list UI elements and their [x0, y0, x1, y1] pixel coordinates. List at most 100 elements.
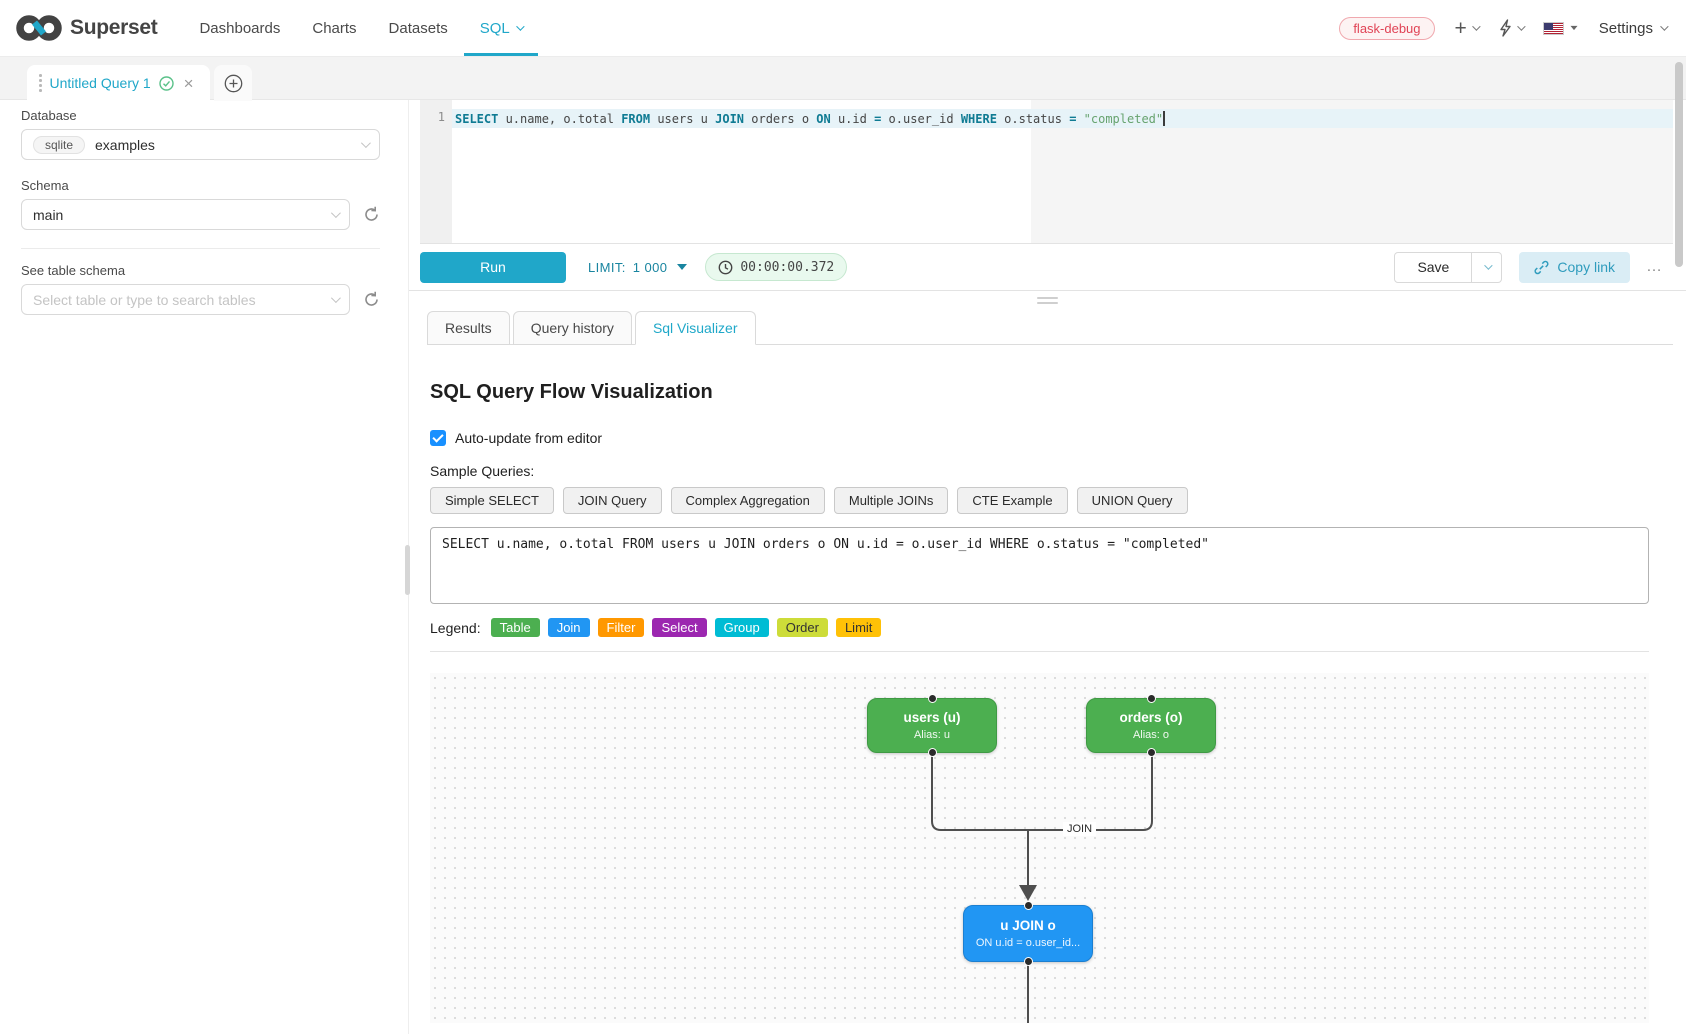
sample-complex-aggregation-button[interactable]: Complex Aggregation: [671, 487, 825, 514]
sample-queries-label: Sample Queries:: [430, 463, 1649, 479]
elapsed-time: 00:00:00.372: [740, 260, 834, 275]
join-edge-label: JOIN: [1063, 822, 1096, 836]
lightning-icon: [1498, 19, 1512, 37]
superset-logo[interactable]: Superset: [0, 0, 157, 56]
chevron-down-icon: [1660, 22, 1668, 30]
table-search-select[interactable]: Select table or type to search tables: [21, 284, 350, 315]
query-text-input[interactable]: SELECT u.name, o.total FROM users u JOIN…: [430, 527, 1649, 604]
flow-canvas[interactable]: users (u) Alias: u orders (o) Alias: o u…: [430, 673, 1649, 1023]
more-actions-button[interactable]: …: [1646, 258, 1663, 276]
auto-update-label: Auto-update from editor: [455, 430, 602, 446]
new-item-menu[interactable]: +: [1455, 18, 1478, 39]
flow-edges: [430, 673, 1649, 1023]
sql-editor[interactable]: 1 SELECT u.name, o.total FROM users u JO…: [420, 100, 1673, 244]
nav-links: Dashboards Charts Datasets SQL: [183, 0, 537, 56]
database-select[interactable]: sqlite examples: [21, 129, 380, 160]
tab-results[interactable]: Results: [427, 311, 510, 345]
save-options-button[interactable]: [1472, 252, 1502, 283]
us-flag-icon: [1543, 22, 1564, 35]
caret-down-icon: [1570, 26, 1577, 30]
schema-label: Schema: [21, 178, 380, 193]
environment-badge: flask-debug: [1339, 17, 1434, 40]
limit-dropdown[interactable]: LIMIT: 1 000: [588, 260, 687, 275]
save-button-group: Save: [1394, 252, 1502, 283]
link-icon: [1534, 260, 1549, 275]
sidebar-divider: [21, 248, 380, 249]
sample-join-query-button[interactable]: JOIN Query: [563, 487, 662, 514]
chevron-down-icon: [331, 208, 341, 218]
page-title: SQL Query Flow Visualization: [430, 381, 1649, 404]
legend-badge-table: Table: [491, 618, 540, 637]
top-navbar: Superset Dashboards Charts Datasets SQL …: [0, 0, 1686, 57]
sql-lab-shortcut-menu[interactable]: [1498, 19, 1523, 37]
legend-badge-select: Select: [652, 618, 706, 637]
database-value: examples: [95, 137, 155, 153]
database-engine-tag: sqlite: [33, 136, 85, 154]
caret-down-icon: [677, 264, 687, 270]
sample-cte-example-button[interactable]: CTE Example: [957, 487, 1067, 514]
chevron-down-icon: [1484, 261, 1492, 269]
text-cursor: [1163, 111, 1165, 126]
refresh-schema-icon[interactable]: [363, 206, 380, 223]
plus-icon: +: [1455, 18, 1467, 39]
nav-item-datasets[interactable]: Datasets: [373, 0, 464, 56]
query-tab-active[interactable]: Untitled Query 1 ×: [27, 65, 210, 101]
schema-value: main: [33, 207, 63, 223]
clock-icon: [718, 260, 733, 275]
query-tab-label: Untitled Query 1: [50, 75, 151, 91]
auto-update-checkbox-row[interactable]: Auto-update from editor: [430, 430, 1649, 446]
legend-row: Legend: Table Join Filter Select Group O…: [430, 618, 1649, 637]
tab-query-history[interactable]: Query history: [513, 311, 632, 345]
sample-simple-select-button[interactable]: Simple SELECT: [430, 487, 554, 514]
new-query-tab-button[interactable]: [214, 65, 252, 101]
language-picker[interactable]: [1543, 22, 1579, 35]
editor-toolbar: Run LIMIT: 1 000 00:00:00.372 Save: [420, 244, 1673, 290]
sql-code-line[interactable]: SELECT u.name, o.total FROM users u JOIN…: [455, 111, 1165, 126]
chevron-down-icon: [361, 138, 371, 148]
line-number: 1: [438, 110, 445, 124]
canvas-bottom-strip: [430, 1023, 1649, 1032]
drag-handle-icon[interactable]: [39, 74, 42, 92]
settings-menu[interactable]: Settings: [1599, 20, 1666, 37]
sample-union-query-button[interactable]: UNION Query: [1077, 487, 1188, 514]
flow-node-join[interactable]: u JOIN o ON u.id = o.user_id...: [963, 905, 1093, 962]
flow-node-users[interactable]: users (u) Alias: u: [867, 698, 997, 753]
save-button[interactable]: Save: [1394, 252, 1472, 283]
table-search-placeholder: Select table or type to search tables: [33, 292, 256, 308]
nav-item-dashboards[interactable]: Dashboards: [183, 0, 296, 56]
table-schema-label: See table schema: [21, 263, 380, 278]
close-icon[interactable]: ×: [184, 75, 194, 92]
refresh-tables-icon[interactable]: [363, 291, 380, 308]
nav-item-sql[interactable]: SQL: [464, 0, 538, 56]
auto-update-checkbox[interactable]: [430, 430, 446, 446]
panel-resize-handle[interactable]: [405, 545, 410, 595]
schema-select[interactable]: main: [21, 199, 350, 230]
tab-sql-visualizer[interactable]: Sql Visualizer: [635, 311, 756, 345]
visualizer-content: SQL Query Flow Visualization Auto-update…: [430, 345, 1649, 1032]
pane-resize-handle-icon[interactable]: [1037, 297, 1058, 304]
check-circle-icon: [159, 76, 174, 91]
nav-item-charts[interactable]: Charts: [296, 0, 372, 56]
sample-multiple-joins-button[interactable]: Multiple JOINs: [834, 487, 949, 514]
chevron-down-icon: [516, 22, 524, 30]
legend-badge-join: Join: [548, 618, 590, 637]
south-pane: Results Query history Sql Visualizer SQL…: [409, 291, 1686, 1034]
chevron-down-icon: [331, 293, 341, 303]
circle-plus-icon: [224, 74, 243, 93]
run-button[interactable]: Run: [420, 252, 566, 283]
sqllab-left-panel: Database sqlite examples Schema main See…: [0, 100, 409, 1034]
sql-lab-window: Superset Dashboards Charts Datasets SQL …: [0, 0, 1686, 1034]
chevron-down-icon: [1517, 22, 1525, 30]
chevron-down-icon: [1472, 22, 1480, 30]
copy-link-button[interactable]: Copy link: [1519, 252, 1630, 283]
window-scrollbar[interactable]: [1675, 62, 1683, 267]
brand-name: Superset: [70, 16, 157, 40]
sqllab-main: 1 SELECT u.name, o.total FROM users u JO…: [409, 100, 1686, 1034]
content-divider: [430, 651, 1649, 652]
query-tabstrip: Untitled Query 1 ×: [0, 57, 1686, 100]
database-label: Database: [21, 108, 380, 123]
superset-infinity-icon: [16, 13, 62, 43]
query-timer-badge: 00:00:00.372: [705, 253, 847, 281]
result-tabs: Results Query history Sql Visualizer: [427, 311, 1673, 345]
flow-node-orders[interactable]: orders (o) Alias: o: [1086, 698, 1216, 753]
